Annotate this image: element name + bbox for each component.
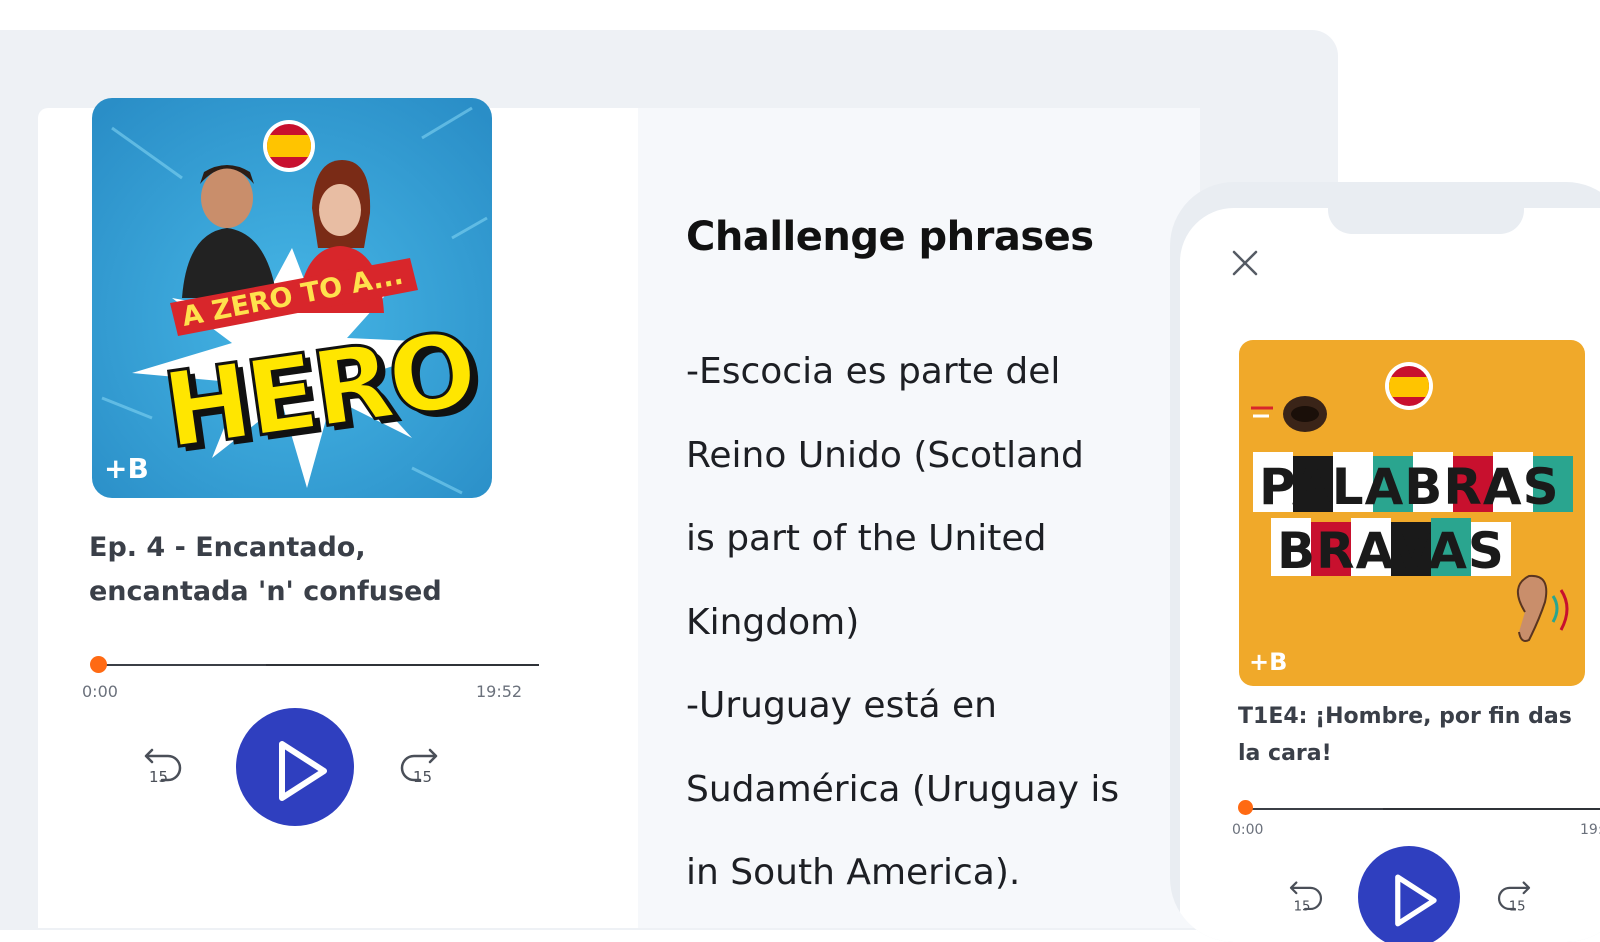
svg-text:15: 15 bbox=[1294, 900, 1311, 915]
progress-track[interactable] bbox=[1246, 808, 1600, 810]
progress-track[interactable] bbox=[99, 664, 539, 666]
play-icon bbox=[279, 741, 327, 801]
progress-knob[interactable] bbox=[1238, 800, 1253, 815]
phone-screen: PALABRAS BRAVAS +B T1E4: ¡Hombre, por fi… bbox=[1180, 208, 1600, 942]
elapsed-time: 0:00 bbox=[1232, 822, 1264, 838]
phrase-line: -Uruguay está en bbox=[686, 685, 997, 726]
episode-title: T1E4: ¡Hombre, por fin das la cara! bbox=[1238, 704, 1572, 766]
svg-text:+B: +B bbox=[1249, 648, 1287, 676]
rewind-15-icon[interactable]: 15 bbox=[138, 738, 188, 788]
play-button[interactable] bbox=[236, 708, 354, 826]
elapsed-time: 0:00 bbox=[82, 682, 118, 701]
svg-text:15: 15 bbox=[413, 768, 432, 786]
svg-text:PALABRAS: PALABRAS bbox=[1259, 458, 1560, 516]
forward-15-icon[interactable]: 15 bbox=[1492, 872, 1536, 916]
challenge-phrases: -Escocia es parte del Reino Unido (Scotl… bbox=[686, 330, 1166, 915]
phrase-line: in South America). bbox=[686, 852, 1021, 893]
total-time: 19:5 bbox=[1580, 822, 1600, 838]
play-button[interactable] bbox=[1358, 846, 1460, 942]
podcast-cover-palabras: PALABRAS BRAVAS +B bbox=[1239, 340, 1585, 686]
svg-text:+B: +B bbox=[104, 452, 149, 485]
phrase-line: -Escocia es parte del bbox=[686, 351, 1061, 392]
phone-notch bbox=[1328, 208, 1524, 234]
phrase-line: is part of the United bbox=[686, 518, 1047, 559]
phrase-line: Sudamérica (Uruguay is bbox=[686, 768, 1120, 810]
episode-title: Ep. 4 - Encantado, encantada 'n' confuse… bbox=[89, 532, 442, 607]
forward-15-icon[interactable]: 15 bbox=[394, 738, 444, 788]
phrase-line: Reino Unido (Scotland bbox=[686, 434, 1084, 476]
play-icon bbox=[1395, 874, 1437, 927]
rewind-15-icon[interactable]: 15 bbox=[1284, 872, 1328, 916]
total-time: 19:52 bbox=[476, 682, 523, 701]
challenge-heading: Challenge phrases bbox=[686, 214, 1094, 260]
svg-text:BRAVAS: BRAVAS bbox=[1277, 522, 1505, 580]
podcast-cover-hero: A ZERO TO A... HERO HERO +B bbox=[92, 98, 492, 498]
phrase-line: Kingdom) bbox=[686, 601, 860, 643]
phone-frame: PALABRAS BRAVAS +B T1E4: ¡Hombre, por fi… bbox=[1170, 182, 1600, 942]
close-icon[interactable] bbox=[1228, 246, 1262, 280]
svg-text:15: 15 bbox=[149, 768, 168, 786]
svg-text:15: 15 bbox=[1509, 900, 1526, 915]
progress-knob[interactable] bbox=[90, 656, 107, 673]
